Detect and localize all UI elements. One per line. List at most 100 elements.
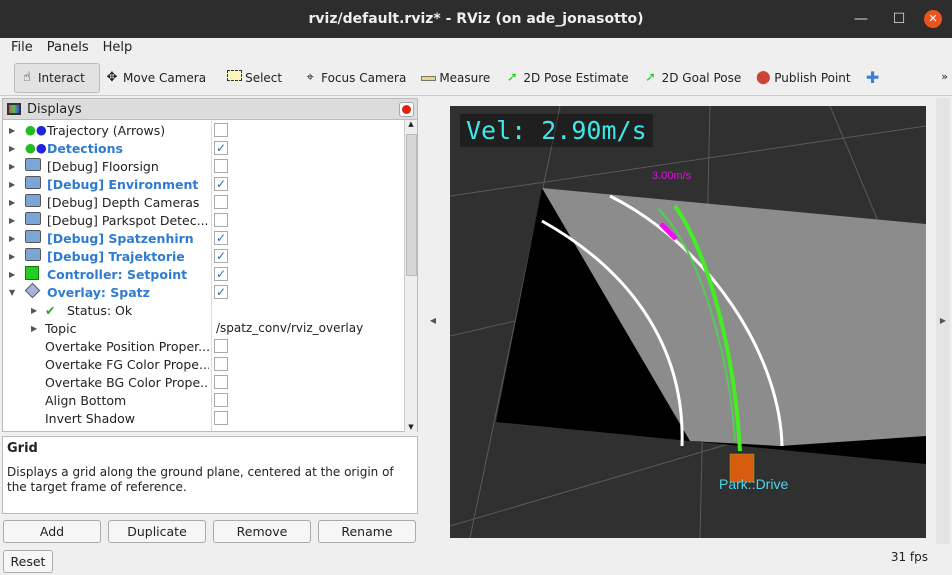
folder-icon bbox=[25, 212, 43, 228]
description-text: Displays a grid along the ground plane, … bbox=[7, 465, 394, 494]
pose-estimate-tool[interactable]: ➚ 2D Pose Estimate bbox=[500, 63, 638, 93]
property-row[interactable]: Overtake FG Color Prope... bbox=[3, 355, 405, 373]
enable-checkbox[interactable]: ✓ bbox=[214, 231, 228, 245]
expand-arrow-icon[interactable]: ▶ bbox=[9, 270, 15, 279]
remove-button[interactable]: Remove bbox=[213, 520, 311, 543]
menu-help[interactable]: Help bbox=[103, 38, 133, 58]
display-label: [Debug] Depth Cameras bbox=[47, 194, 200, 210]
select-tool[interactable]: Select bbox=[222, 63, 292, 93]
enable-checkbox[interactable]: ✓ bbox=[214, 285, 228, 299]
expand-arrow-icon[interactable]: ▶ bbox=[9, 252, 15, 261]
tool-label: Focus Camera bbox=[321, 70, 407, 85]
focus-camera-tool[interactable]: ⌖ Focus Camera bbox=[298, 63, 416, 93]
scroll-up-icon[interactable]: ▲ bbox=[405, 120, 417, 128]
move-camera-tool[interactable]: ✥ Move Camera bbox=[100, 63, 216, 93]
expand-arrow-icon[interactable]: ▶ bbox=[9, 216, 15, 225]
enable-checkbox[interactable]: ✓ bbox=[214, 177, 228, 191]
enable-checkbox[interactable] bbox=[214, 195, 228, 209]
minimize-button[interactable]: — bbox=[846, 0, 876, 38]
expand-arrow-icon[interactable]: ▶ bbox=[9, 144, 15, 153]
folder-icon bbox=[25, 248, 43, 264]
close-button[interactable]: ✕ bbox=[924, 10, 942, 28]
property-label: Status: Ok bbox=[67, 302, 133, 318]
display-item[interactable]: ▶ [Debug] Depth Cameras bbox=[3, 193, 405, 211]
add-tool-button[interactable]: ✚ bbox=[861, 63, 891, 93]
enable-checkbox[interactable] bbox=[214, 159, 228, 173]
property-checkbox[interactable] bbox=[214, 357, 228, 371]
property-checkbox[interactable] bbox=[214, 375, 228, 389]
property-row[interactable]: Overtake BG Color Prope... bbox=[3, 373, 405, 391]
property-row[interactable]: Overtake Position Proper... bbox=[3, 337, 405, 355]
reset-button[interactable]: Reset bbox=[3, 550, 53, 573]
expand-arrow-icon[interactable]: ▶ bbox=[31, 306, 37, 315]
3d-viewport[interactable]: 3.00m/s Park::Drive Vel: 2.90m/s bbox=[450, 106, 926, 538]
property-label: Topic bbox=[45, 320, 77, 336]
enable-checkbox[interactable]: ✓ bbox=[214, 267, 228, 281]
display-item[interactable]: ▶ [Debug] Environment ✓ bbox=[3, 175, 405, 193]
diamond-icon bbox=[24, 282, 43, 300]
rename-button[interactable]: Rename bbox=[318, 520, 416, 543]
add-button[interactable]: Add bbox=[3, 520, 101, 543]
tool-label: Select bbox=[245, 70, 283, 85]
scroll-thumb[interactable] bbox=[406, 134, 417, 276]
enable-checkbox[interactable]: ✓ bbox=[214, 249, 228, 263]
menu-panels[interactable]: Panels bbox=[47, 38, 89, 58]
maximize-button[interactable]: ☐ bbox=[884, 0, 914, 38]
ruler-icon bbox=[420, 70, 436, 85]
display-item[interactable]: ▶ Controller: Setpoint ✓ bbox=[3, 265, 405, 283]
expand-arrow-icon[interactable]: ▶ bbox=[9, 180, 15, 189]
display-item[interactable]: ▶ [Debug] Spatzenhirn ✓ bbox=[3, 229, 405, 247]
display-item[interactable]: ▶ [Debug] Floorsign bbox=[3, 157, 405, 175]
tool-label: Move Camera bbox=[123, 70, 207, 85]
column-divider bbox=[211, 121, 212, 431]
tool-label: Interact bbox=[38, 70, 85, 85]
expand-arrow-icon[interactable]: ▶ bbox=[9, 162, 15, 171]
display-item[interactable]: ▶ ●● Detections ✓ bbox=[3, 139, 405, 157]
enable-checkbox[interactable] bbox=[214, 123, 228, 137]
interact-tool[interactable]: ☝ Interact bbox=[14, 62, 100, 93]
expand-arrow-icon[interactable]: ▶ bbox=[9, 198, 15, 207]
menu-file[interactable]: File bbox=[11, 38, 33, 58]
display-label: [Debug] Trajektorie bbox=[47, 248, 185, 264]
property-row[interactable]: ▶ ✔ Status: Ok bbox=[3, 301, 405, 319]
display-item[interactable]: ▼ Overlay: Spatz ✓ bbox=[3, 282, 405, 301]
monitor-icon bbox=[7, 103, 21, 115]
property-row[interactable]: Invert Shadow bbox=[3, 409, 405, 427]
property-checkbox[interactable] bbox=[214, 393, 228, 407]
close-panel-button[interactable] bbox=[399, 102, 414, 117]
display-label: [Debug] Parkspot Detec... bbox=[47, 212, 209, 228]
property-row[interactable]: ▶ Topic/spatz_conv/rviz_overlay bbox=[3, 319, 405, 337]
property-row[interactable]: Align Bottom bbox=[3, 391, 405, 409]
expand-arrow-icon[interactable]: ▶ bbox=[9, 234, 15, 243]
expand-arrow-icon[interactable]: ▶ bbox=[31, 324, 37, 333]
display-item[interactable]: ▶ [Debug] Parkspot Detec... bbox=[3, 211, 405, 229]
panel-title: Displays bbox=[27, 101, 82, 117]
displays-panel: Displays ▶ ●● Trajectory (Arrows) ▶ ●● D… bbox=[2, 98, 418, 432]
duplicate-button[interactable]: Duplicate bbox=[108, 520, 206, 543]
measure-tool[interactable]: Measure bbox=[416, 63, 500, 93]
publish-point-tool[interactable]: ⬤ Publish Point bbox=[751, 63, 860, 93]
property-checkbox[interactable] bbox=[214, 411, 228, 425]
collapse-left-handle[interactable]: ◀ bbox=[426, 98, 440, 544]
collapse-right-handle[interactable]: ▶ bbox=[936, 98, 950, 544]
scroll-down-icon[interactable]: ▼ bbox=[405, 423, 417, 431]
enable-checkbox[interactable] bbox=[214, 213, 228, 227]
folder-icon bbox=[25, 158, 43, 174]
expand-arrow-icon[interactable]: ▶ bbox=[9, 126, 15, 135]
tree-scrollbar[interactable]: ▲ ▼ bbox=[404, 120, 417, 432]
display-label: Trajectory (Arrows) bbox=[47, 122, 166, 138]
toolbar-overflow-icon[interactable]: » bbox=[941, 70, 948, 83]
tool-label: Publish Point bbox=[774, 70, 851, 85]
window-title: rviz/default.rviz* - RViz (on ade_jonaso… bbox=[308, 11, 644, 27]
collapse-arrow-icon[interactable]: ▼ bbox=[9, 288, 15, 297]
display-item[interactable]: ▶ [Debug] Trajektorie ✓ bbox=[3, 247, 405, 265]
description-panel: Grid Displays a grid along the ground pl… bbox=[2, 436, 418, 514]
display-item[interactable]: ▶ ●● Trajectory (Arrows) bbox=[3, 121, 405, 139]
goal-pose-tool[interactable]: ➚ 2D Goal Pose bbox=[639, 63, 752, 93]
property-value[interactable]: /spatz_conv/rviz_overlay bbox=[216, 321, 363, 335]
folder-icon bbox=[25, 194, 43, 210]
enable-checkbox[interactable]: ✓ bbox=[214, 141, 228, 155]
property-checkbox[interactable] bbox=[214, 339, 228, 353]
cube-icon bbox=[25, 266, 43, 282]
display-label: Detections bbox=[47, 140, 123, 156]
